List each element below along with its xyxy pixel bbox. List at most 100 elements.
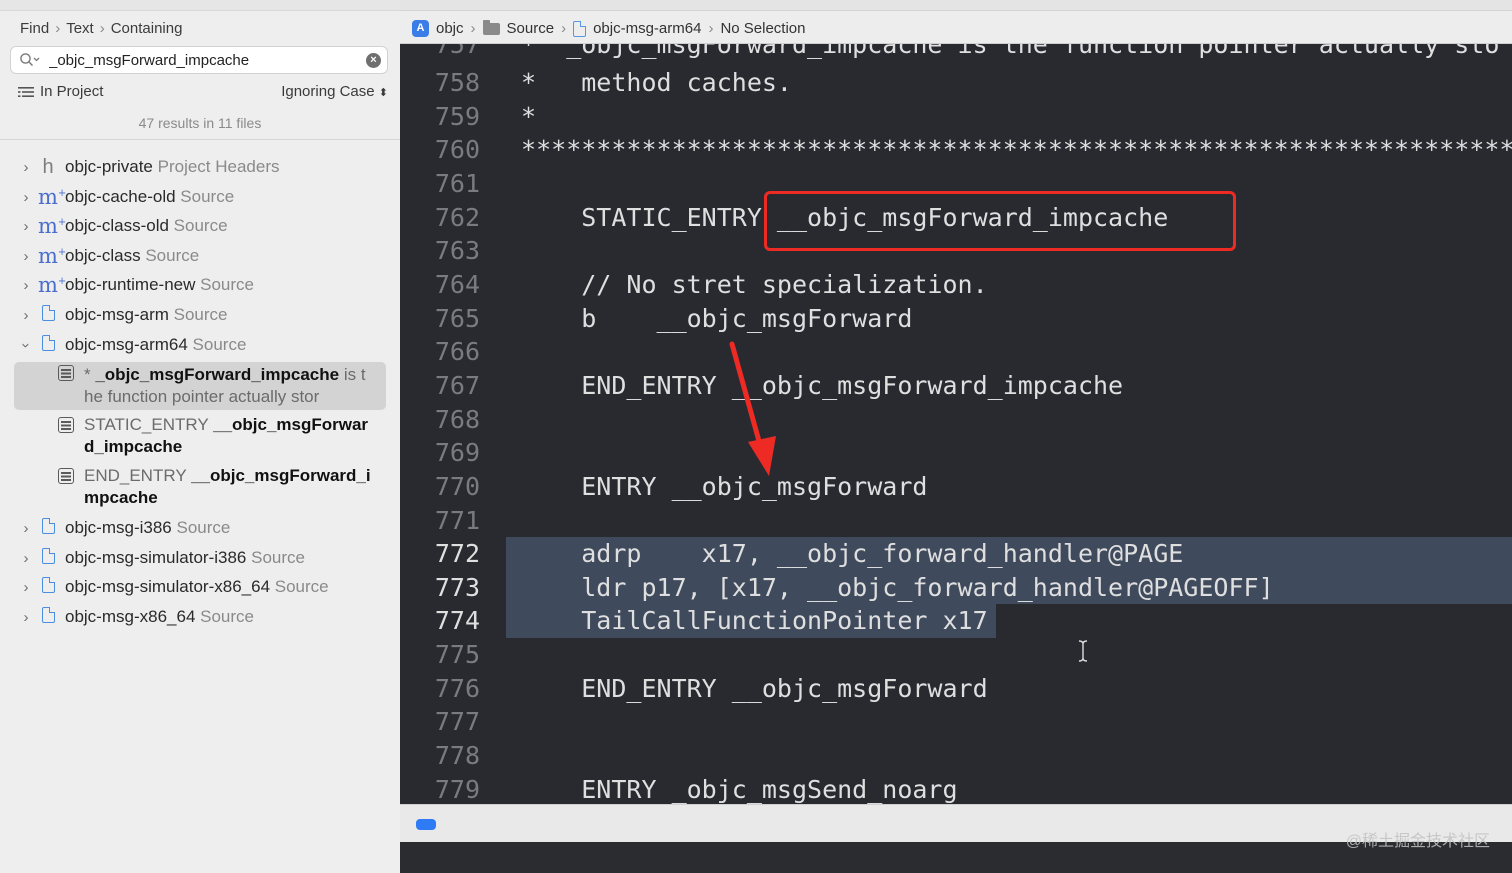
find-mode-breadcrumb: Find › Text › Containing [20,20,182,37]
scope-icon [18,86,34,97]
chevron-right-icon[interactable]: › [20,159,32,176]
clear-search-icon[interactable]: × [366,53,381,68]
chevron-right-icon[interactable]: › [20,579,32,596]
file-name: objc-class [65,246,141,265]
file-name: objc-cache-old [65,187,176,206]
breadcrumb-selection[interactable]: No Selection [720,20,805,37]
result-file-objc-msg-arm[interactable]: › objc-msg-arm Source [0,301,400,329]
file-name: objc-private [65,157,153,176]
chevron-right-icon: › [470,20,476,37]
file-name: objc-msg-x86_64 [65,607,196,626]
case-label: Ignoring Case [281,83,375,100]
editor-tab-strip [400,0,1512,11]
divider [0,139,400,140]
match-prefix: END_ENTRY [84,466,192,485]
find-search-field[interactable]: × [10,46,388,74]
file-kind: Source [192,335,247,354]
file-name: objc-class-old [65,216,169,235]
file-kind: Source [176,518,231,537]
code-area[interactable]: 757 * _objc_msgForward_impcache is the f… [400,44,1512,804]
match-prefix: * [84,365,96,384]
chevron-right-icon: › [708,20,714,37]
find-navigator: Find › Text › Containing × In Project Ig… [0,0,400,873]
file-kind: Source [200,275,254,294]
document-icon [41,304,55,321]
find-mode-find[interactable]: Find [20,20,49,37]
folder-icon [482,19,500,35]
source-editor: A objc › Source › objc-msg-arm64 › No Se… [400,0,1512,873]
document-icon [41,606,55,623]
file-kind: Source [145,246,200,265]
chevron-right-icon[interactable]: › [20,218,32,235]
chevron-right-icon: › [561,20,567,37]
chevron-right-icon[interactable]: › [20,248,32,265]
match-term: _objc_msgForward_impcache [95,365,340,384]
search-match-2[interactable]: STATIC_ENTRY __objc_msgForward_impcache [14,414,386,460]
document-icon [41,334,55,351]
search-icon[interactable] [19,52,41,68]
file-name: objc-msg-simulator-i386 [65,548,247,567]
result-file-objc-msg-i386[interactable]: › objc-msg-i386 Source [0,514,400,542]
objc-source-file-icon: m+ [38,214,67,238]
document-icon [41,576,55,593]
result-file-objc-class-old[interactable]: › m+ objc-class-old Source [0,212,400,240]
chevron-right-icon[interactable]: › [20,550,32,567]
result-file-objc-runtime-new[interactable]: › m+ objc-runtime-new Source [0,271,400,299]
result-file-objc-msg-x86_64[interactable]: › objc-msg-x86_64 Source [0,603,400,631]
file-kind: Source [200,607,255,626]
case-sensitivity-selector[interactable]: Ignoring Case ⬍ [281,83,388,100]
result-file-objc-msg-simulator-x86_64[interactable]: › objc-msg-simulator-x86_64 Source [0,573,400,601]
result-file-objc-class[interactable]: › m+ objc-class Source [0,242,400,270]
document-icon [573,20,587,37]
result-file-objc-cache-old[interactable]: › m+ objc-cache-old Source [0,183,400,211]
text-match-icon [58,417,74,433]
text-match-icon [58,365,74,381]
header-file-icon: h [42,155,54,178]
file-kind: Source [274,577,329,596]
file-kind: Project Headers [157,157,280,176]
chevron-right-icon[interactable]: › [20,520,32,537]
file-name: objc-msg-arm64 [65,335,188,354]
find-scope-selector[interactable]: In Project [18,83,103,100]
breadcrumb-file[interactable]: objc-msg-arm64 [593,20,701,37]
file-kind: Source [180,187,235,206]
objc-source-file-icon: m+ [38,244,67,268]
match-prefix: STATIC_ENTRY [84,415,214,434]
file-name: objc-msg-arm [65,305,169,324]
breadcrumb: A objc › Source › objc-msg-arm64 › No Se… [412,19,806,37]
search-input[interactable] [49,50,359,70]
chevron-down-icon[interactable]: › [18,339,35,351]
chevron-right-icon: › [55,20,61,37]
document-icon [41,547,55,564]
file-name: objc-msg-i386 [65,518,172,537]
chevron-right-icon[interactable]: › [20,189,32,206]
watermark: @稀土掘金技术社区 [1345,833,1490,850]
file-name: objc-msg-simulator-x86_64 [65,577,271,596]
navigator-toolbar [0,0,400,11]
breadcrumb-project[interactable]: objc [436,20,464,37]
breadcrumb-group[interactable]: Source [507,20,555,37]
find-mode-containing[interactable]: Containing [111,20,183,37]
chevron-right-icon[interactable]: › [20,277,32,294]
objc-source-file-icon: m+ [38,273,67,297]
document-icon [41,517,55,534]
search-match-1[interactable]: * _objc_msgForward_impcache is the funct… [14,362,386,410]
text-cursor-icon [1078,640,1088,662]
find-mode-text[interactable]: Text [66,20,94,37]
jump-bar: A objc › Source › objc-msg-arm64 › No Se… [400,0,1512,44]
result-file-objc-msg-arm64[interactable]: › objc-msg-arm64 Source [0,331,400,359]
file-kind: Source [173,216,228,235]
search-match-3[interactable]: END_ENTRY __objc_msgForward_impcache [14,465,386,511]
text-match-icon [58,468,74,484]
result-file-objc-msg-simulator-i386[interactable]: › objc-msg-simulator-i386 Source [0,544,400,572]
results-summary: 47 results in 11 files [138,115,262,131]
objc-source-file-icon: m+ [38,185,67,209]
result-file-objc-private[interactable]: › h objc-private Project Headers [0,153,400,181]
debug-area-toggle-icon[interactable] [416,819,436,830]
file-name: objc-runtime-new [65,275,196,294]
chevron-right-icon: › [99,20,105,37]
chevron-right-icon[interactable]: › [20,609,32,626]
project-icon: A [412,20,429,37]
chevron-right-icon[interactable]: › [20,307,32,324]
up-down-chevron-icon: ⬍ [378,87,388,99]
